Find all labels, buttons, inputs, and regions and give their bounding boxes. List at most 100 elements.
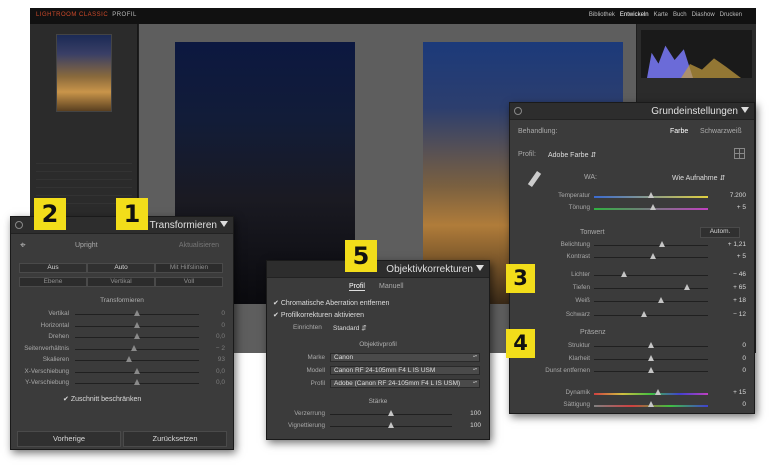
slider-thumb[interactable] [133,367,140,374]
upright-vertical-button[interactable]: Vertikal [87,277,155,287]
slider-thumb[interactable] [133,333,140,339]
slider-thumb[interactable] [126,356,133,362]
lens-header[interactable]: Objektivkorrekturen [267,261,489,278]
model-select[interactable]: Canon RF 24-105mm F4 L IS USM [330,366,480,375]
basic-header[interactable]: Grundeinstellungen [510,103,754,120]
list-item[interactable] [36,180,132,188]
upright-auto-button[interactable]: Auto [87,263,155,273]
slider-value[interactable]: + 1,21 [728,241,746,248]
slider-thumb[interactable] [133,310,140,316]
slider-thumb[interactable] [647,354,654,361]
slider-track[interactable] [594,314,708,316]
module-print[interactable]: Drucken [720,12,742,18]
setup-select[interactable]: Standard ⇵ [333,324,367,332]
module-slideshow[interactable]: Diashow [692,12,715,18]
list-item[interactable] [36,164,132,172]
slider-value[interactable]: − 2 [216,345,225,352]
profile-select[interactable]: Adobe (Canon RF 24-105mm F4 L IS USM) [330,379,480,388]
previous-button[interactable]: Vorherige [17,431,121,447]
slider-value[interactable]: + 5 [737,204,746,211]
collapse-arrow-icon[interactable] [220,221,228,227]
wb-select[interactable]: Wie Aufnahme ⇵ [672,174,725,182]
slider-label: Tönung [568,204,590,211]
slider-value[interactable]: 0 [742,367,746,374]
slider-thumb[interactable] [649,253,656,259]
slider-value[interactable]: 0 [221,322,225,329]
upright-off-button[interactable]: Aus [19,263,87,273]
module-map[interactable]: Karte [654,12,668,18]
eye-icon[interactable] [15,221,23,229]
slider-thumb[interactable] [387,422,394,428]
slider-value[interactable]: + 5 [737,253,746,260]
navigator-thumbnail[interactable] [56,34,112,112]
tab-profile[interactable]: Profil [349,283,365,291]
upright-guided-button[interactable]: Mit Hilfslinien [155,263,223,273]
slider-value[interactable]: 0,0 [216,379,225,386]
slider-value[interactable]: 0 [221,310,225,317]
slider-track[interactable] [594,275,708,276]
slider-row: Horizontal 0 [11,321,233,331]
slider-track[interactable] [594,245,708,246]
slider-value[interactable]: 0,0 [216,368,225,375]
slider-thumb[interactable] [647,367,654,373]
slider-value[interactable]: − 12 [733,311,746,318]
slider-thumb[interactable] [640,310,647,317]
slider-thumb[interactable] [649,204,656,210]
list-item[interactable] [36,156,132,164]
profile-corrections-checkbox[interactable]: ✔ Profilkorrekturen aktivieren [273,311,364,319]
slider-thumb[interactable] [647,342,654,348]
upright-full-button[interactable]: Voll [155,277,223,287]
slider-thumb[interactable] [647,192,654,198]
slider-value[interactable]: 0,0 [216,333,225,340]
eyedropper-icon[interactable] [527,171,542,187]
make-select[interactable]: Canon [330,353,480,362]
slider-value[interactable]: 93 [218,356,225,363]
color-button[interactable]: Farbe [670,128,688,135]
slider-value[interactable]: + 15 [733,389,746,396]
slider-value[interactable]: 0 [742,401,746,408]
module-book[interactable]: Buch [673,12,687,18]
slider-thumb[interactable] [647,401,654,407]
slider-row: Tiefen + 65 [510,283,754,293]
auto-tone-button[interactable]: Autom. [700,227,740,238]
slider-thumb[interactable] [621,271,628,277]
crop-icon[interactable]: ⌖ [20,240,26,251]
profile-browser-icon[interactable] [734,148,745,159]
collapse-arrow-icon[interactable] [741,107,749,113]
slider-thumb[interactable] [657,297,664,304]
slider-thumb[interactable] [655,389,662,395]
module-develop[interactable]: Entwickeln [620,12,649,18]
slider-track[interactable] [594,393,708,395]
slider-value[interactable]: 0 [742,342,746,349]
slider-value[interactable]: + 65 [733,284,746,291]
chromatic-aberration-checkbox[interactable]: ✔ Chromatische Aberration entfernen [273,299,389,307]
slider-thumb[interactable] [133,321,140,328]
slider-track[interactable] [75,360,199,361]
tab-manual[interactable]: Manuell [379,283,404,290]
eye-icon[interactable] [514,107,522,115]
slider-track[interactable] [594,301,708,303]
wb-label: WA: [584,174,597,181]
slider-value[interactable]: 0 [742,355,746,362]
slider-value[interactable]: − 46 [733,271,746,278]
slider-thumb[interactable] [133,379,140,385]
slider-value[interactable]: + 18 [733,297,746,304]
slider-value[interactable]: 100 [470,422,481,429]
slider-track[interactable] [594,288,708,290]
crop-constrain-checkbox[interactable]: ✔ Zuschnitt beschränken [63,395,141,403]
reset-button[interactable]: Zurücksetzen [123,431,227,447]
slider-thumb[interactable] [658,241,665,247]
list-item[interactable] [36,188,132,196]
module-library[interactable]: Bibliothek [589,12,615,18]
list-item[interactable] [36,172,132,180]
slider-value[interactable]: 100 [470,410,481,417]
profile-select[interactable]: Adobe Farbe ⇵ [548,151,596,159]
slider-value[interactable]: 7.200 [730,192,746,199]
slider-thumb[interactable] [683,284,690,291]
slider-thumb[interactable] [131,344,138,351]
bw-button[interactable]: Schwarzweiß [700,128,742,135]
upright-level-button[interactable]: Ebene [19,277,87,287]
collapse-arrow-icon[interactable] [476,265,484,271]
update-button[interactable]: Aktualisieren [179,242,219,249]
slider-thumb[interactable] [387,410,394,416]
